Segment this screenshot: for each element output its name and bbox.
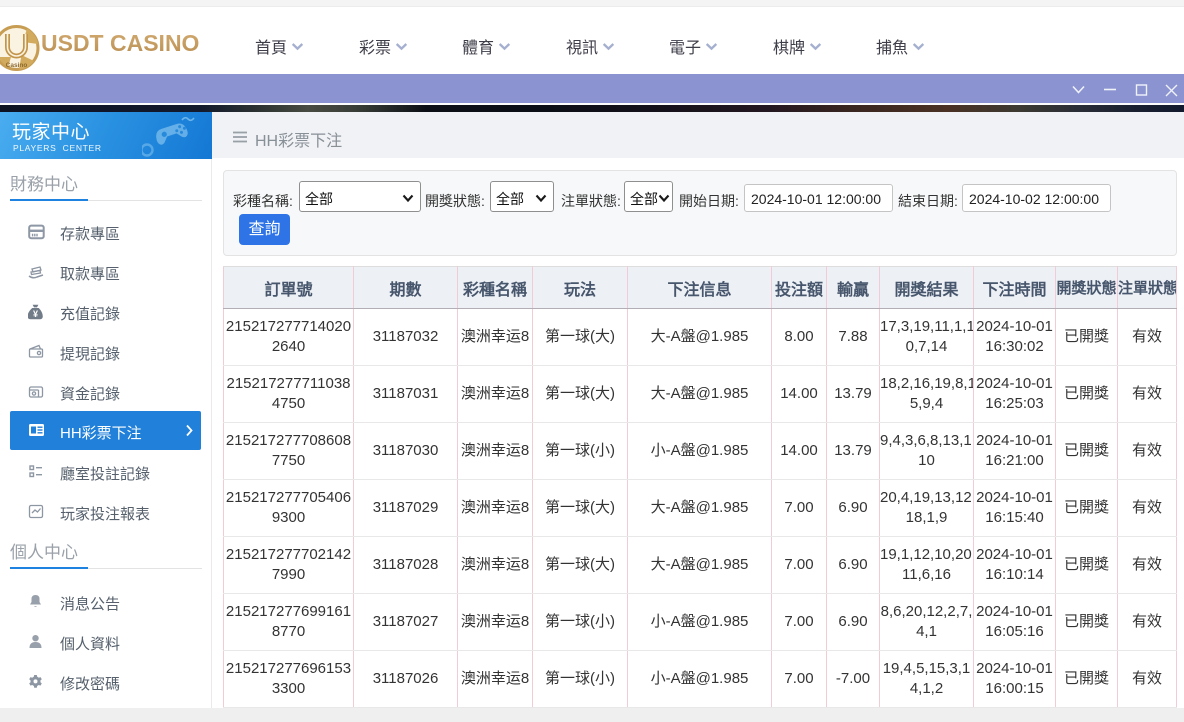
svg-text:¥: ¥ <box>33 309 38 319</box>
svg-text:Casino: Casino <box>6 62 28 69</box>
